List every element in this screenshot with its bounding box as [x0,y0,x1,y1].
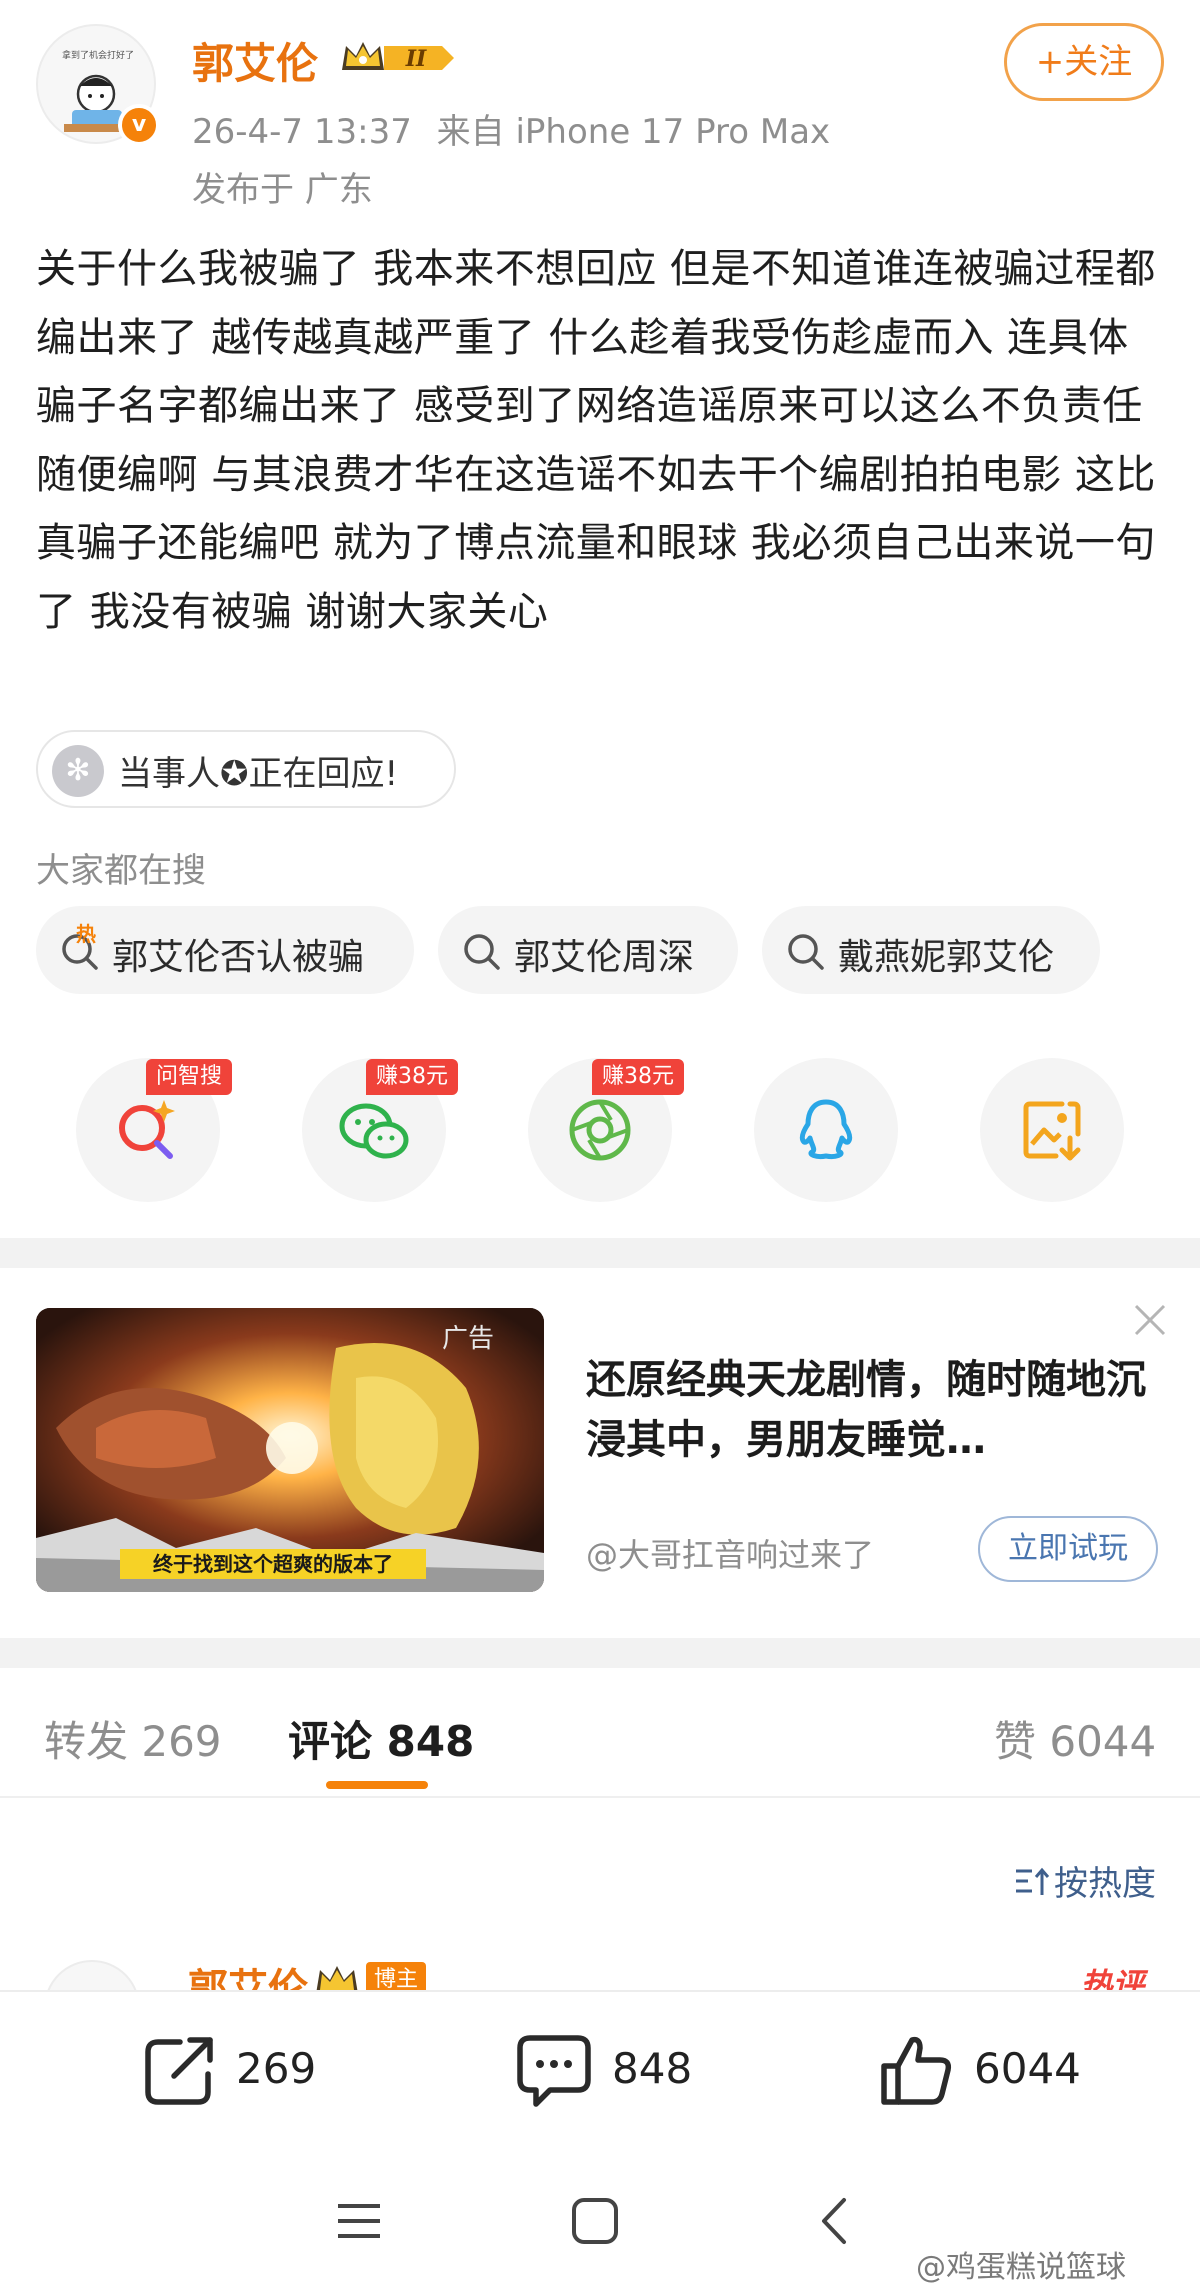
ai-search-icon [119,1100,175,1159]
tab-divider [0,1796,1200,1798]
topic-pill[interactable]: ✻ 当事人✪正在回应! [36,730,456,808]
follow-button[interactable]: +关注 [1004,23,1164,101]
ad-title[interactable]: 还原经典天龙剧情，随时随地沉浸其中，男朋友睡觉… [586,1350,1146,1470]
section-separator [0,1638,1200,1668]
sort-by-hot-button[interactable]: 按热度 [1014,1856,1156,1905]
ad-tag: 广告 [442,1324,495,1354]
sort-icon [1016,1867,1050,1895]
post-meta: 26-4-7 13:37 来自 iPhone 17 Pro Max [192,104,830,153]
search-chip-2[interactable]: 郭艾伦周深 [438,906,738,994]
qq-icon [799,1099,853,1159]
post-header: 拿到了机会打好了 v 郭艾伦 II 26-4-7 13:37 来自 iPhone… [0,0,1200,215]
share-tag-ai: 问智搜 [146,1059,233,1095]
search-icon [788,934,824,970]
watermark: @鸡蛋糕说篮球 [916,2250,1126,2285]
moments-icon [569,1099,631,1161]
repost-icon [145,2037,213,2105]
author-name[interactable]: 郭艾伦 [192,30,318,91]
avatar-caption: 拿到了机会打好了 [61,51,134,61]
close-icon[interactable] [1130,1300,1170,1340]
share-tag-wechat: 赚38元 [366,1059,458,1095]
tab-comments[interactable]: 评论 848 [288,1708,474,1769]
vip-crown-badge-icon[interactable]: II [338,36,456,80]
search-chip-1[interactable]: 热 郭艾伦否认被骗 [36,906,414,994]
bottom-action-bar: 269 848 6044 [0,1990,1200,2160]
active-tab-indicator [326,1781,428,1789]
topic-pill-label: 当事人✪正在回应! [118,754,399,794]
back-icon[interactable] [814,2196,854,2246]
tab-likes[interactable]: 赞 6044 [994,1708,1156,1769]
search-chip-3[interactable]: 戴燕妮郭艾伦 [762,906,1100,994]
like-count: 6044 [974,2044,1081,2093]
ad-source[interactable]: @大哥扛音响过来了 [586,1530,874,1576]
flower-icon: ✻ [52,745,104,797]
ad-try-button[interactable]: 立即试玩 [978,1516,1158,1582]
thumbs-up-icon [881,2036,952,2105]
save-image-icon [1023,1101,1081,1161]
author-avatar[interactable]: 拿到了机会打好了 v [36,24,160,146]
sort-label: 按热度 [1054,1864,1156,1904]
post-text: 关于什么我被骗了 我本来不想回应 但是不知道谁连被骗过程都编出来了 越传越真越严… [36,246,1156,635]
section-separator [0,1238,1200,1268]
repost-button[interactable]: 269 [140,2030,340,2110]
post-location: 发布于 广东 [192,170,373,210]
post-source: 来自 iPhone 17 Pro Max [436,112,831,152]
comment-count: 848 [612,2044,693,2093]
share-tag-moments: 赚38元 [592,1059,684,1095]
comment-button[interactable]: 848 [514,2030,714,2110]
post-timestamp: 26-4-7 13:37 [192,112,412,152]
repost-count: 269 [236,2044,317,2093]
hot-mark: 热 [76,922,96,946]
trending-search-caption: 大家都在搜 [36,851,206,891]
save-image-button[interactable] [980,1058,1124,1202]
verified-badge-icon: v [118,104,160,146]
recent-apps-icon[interactable] [334,2196,384,2246]
share-qq-button[interactable] [754,1058,898,1202]
like-button[interactable]: 6044 [876,2030,1096,2110]
search-chip-label: 戴燕妮郭艾伦 [838,937,1055,978]
wechat-icon [339,1103,409,1159]
vip-level-label: II [405,46,427,72]
ad-banner-text: 终于找到这个超爽的版本了 [120,1549,426,1579]
tab-repost[interactable]: 转发 269 [44,1708,222,1769]
search-chip-label: 郭艾伦周深 [514,937,695,978]
comment-icon [517,2035,591,2107]
search-icon [464,934,500,970]
search-chip-label: 郭艾伦否认被骗 [112,937,365,978]
home-icon[interactable] [570,2196,620,2246]
